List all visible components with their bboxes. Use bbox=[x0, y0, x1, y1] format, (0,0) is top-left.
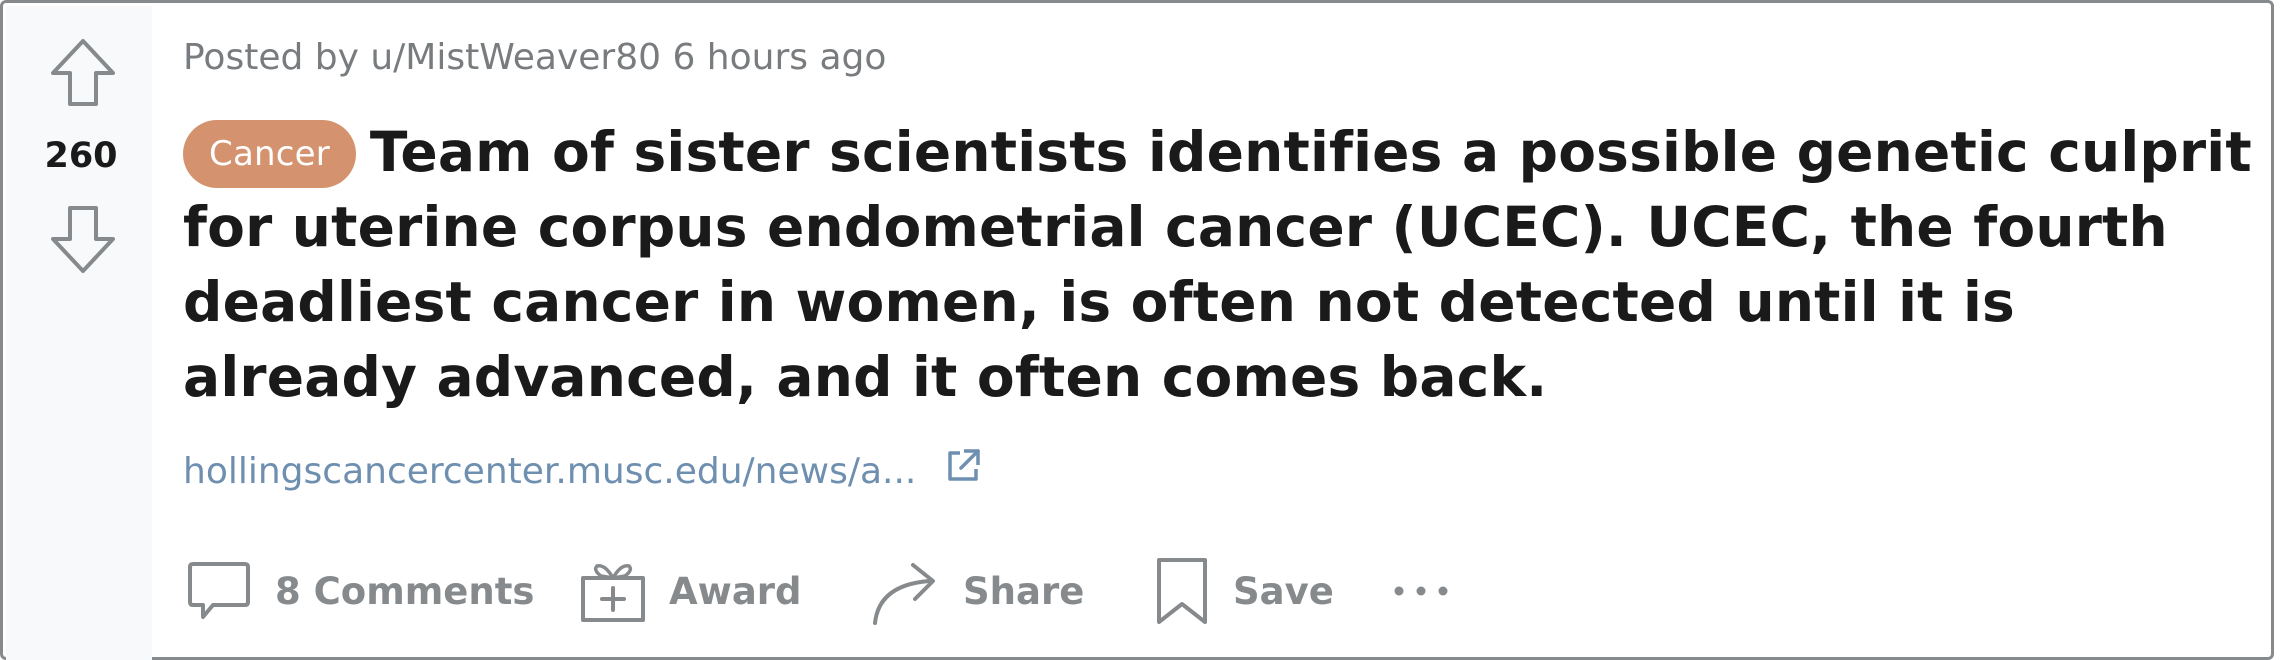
post-title-heading[interactable]: Cancer Team of sister scientists identifi… bbox=[183, 115, 2253, 415]
post-meta: Posted by u/MistWeaver80 6 hours ago bbox=[183, 37, 887, 78]
vote-score: 260 bbox=[44, 136, 118, 176]
flair-badge[interactable]: Cancer bbox=[183, 120, 356, 188]
more-options-icon bbox=[1394, 586, 1448, 596]
comments-button[interactable]: 8 Comments bbox=[183, 551, 534, 631]
award-label: Award bbox=[669, 569, 802, 613]
comment-bubble-icon bbox=[188, 562, 250, 619]
upvote-button[interactable] bbox=[46, 36, 120, 110]
share-button[interactable]: Share bbox=[869, 551, 1084, 631]
downvote-button[interactable] bbox=[46, 202, 120, 276]
share-label: Share bbox=[963, 569, 1085, 613]
share-arrow-icon bbox=[873, 563, 935, 625]
bookmark-icon bbox=[1157, 558, 1207, 624]
link-text[interactable]: hollingscancercenter.musc.edu/news/a... bbox=[183, 451, 916, 492]
save-button[interactable]: Save bbox=[1153, 551, 1334, 631]
gift-icon bbox=[581, 564, 645, 622]
award-button[interactable]: Award bbox=[579, 551, 802, 631]
arrow-up-outline-icon bbox=[51, 39, 115, 106]
save-label: Save bbox=[1233, 569, 1334, 613]
post-title[interactable]: Team of sister scientists identifies a p… bbox=[183, 120, 2252, 409]
external-link-icon bbox=[948, 449, 980, 481]
more-options-button[interactable] bbox=[1391, 551, 1451, 631]
comments-label: 8 Comments bbox=[275, 569, 535, 613]
arrow-down-outline-icon bbox=[51, 206, 115, 273]
external-link[interactable]: hollingscancercenter.musc.edu/news/a... bbox=[183, 445, 984, 492]
vote-column: 260 bbox=[6, 6, 152, 660]
post-card[interactable]: 260 Posted by u/MistWeaver80 6 hours ago… bbox=[0, 0, 2274, 660]
